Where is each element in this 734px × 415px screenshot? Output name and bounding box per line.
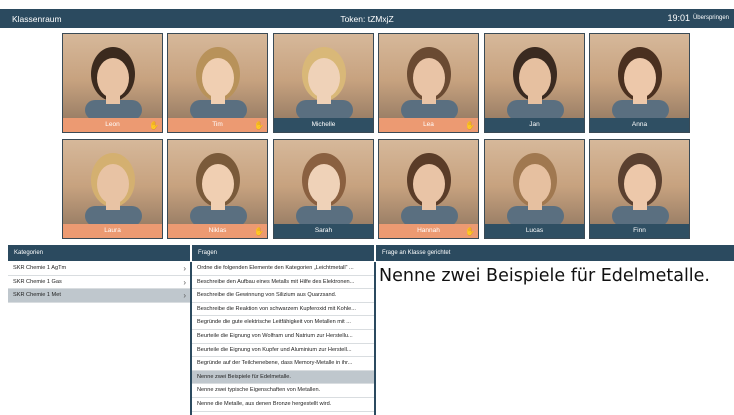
student-name: Lea [379, 118, 478, 132]
category-item[interactable]: SKR Chemie 1 AgTm › [8, 262, 190, 276]
question-item[interactable]: Nenne zwei typische Eigenschaften von Me… [192, 384, 374, 398]
student-photo [168, 140, 267, 224]
category-label: SKR Chemie 1 Met [13, 292, 61, 299]
categories-header: Kategorien [8, 245, 190, 261]
student-card[interactable]: Finn [589, 139, 690, 239]
question-item[interactable]: Beschreibe die Gewinnung von Silizium au… [192, 289, 374, 303]
question-item[interactable]: Beschreibe die Reaktion von schwarzem Ku… [192, 303, 374, 317]
current-question: Nenne zwei Beispiele für Edelmetalle. [379, 266, 710, 286]
student-name: Finn [590, 224, 689, 238]
student-name: Hannah [379, 224, 478, 238]
student-photo [168, 34, 267, 118]
student-name: Niklas [168, 224, 267, 238]
student-card[interactable]: Michelle [273, 33, 374, 133]
raised-hand-icon: ✋ [149, 121, 159, 130]
student-card[interactable]: Tim ✋ [167, 33, 268, 133]
chevron-right-icon: › [183, 291, 186, 301]
category-list: SKR Chemie 1 AgTm › SKR Chemie 1 Gas › SKR C… [8, 262, 190, 303]
student-name: Lucas [485, 224, 584, 238]
chevron-right-icon: › [183, 277, 186, 287]
question-list: Ordne die folgenden Elemente den Kategor… [192, 262, 374, 412]
student-photo [274, 140, 373, 224]
raised-hand-icon: ✋ [465, 121, 475, 130]
question-item[interactable]: Nenne die Metalle, aus denen Bronze herg… [192, 398, 374, 412]
student-card[interactable]: Sarah [273, 139, 374, 239]
clock: 19:01 [667, 13, 690, 23]
student-card[interactable]: Jan [484, 33, 585, 133]
student-card[interactable]: Lea ✋ [378, 33, 479, 133]
question-item[interactable]: Beurteile die Eignung von Kupfer und Alu… [192, 344, 374, 358]
student-photo [379, 140, 478, 224]
student-photo [590, 34, 689, 118]
student-card[interactable]: Hannah ✋ [378, 139, 479, 239]
question-item[interactable]: Beurteile die Eignung von Wolfram und Na… [192, 330, 374, 344]
student-name: Sarah [274, 224, 373, 238]
student-name: Laura [63, 224, 162, 238]
question-item[interactable]: Beschreibe den Aufbau eines Metalls mit … [192, 276, 374, 290]
student-card[interactable]: Anna [589, 33, 690, 133]
student-name: Michelle [274, 118, 373, 132]
raised-hand-icon: ✋ [254, 227, 264, 236]
chevron-right-icon: › [183, 264, 186, 273]
student-name: Anna [590, 118, 689, 132]
student-name: Tim [168, 118, 267, 132]
student-photo [485, 34, 584, 118]
student-name: Jan [485, 118, 584, 132]
student-card[interactable]: Laura [62, 139, 163, 239]
student-card[interactable]: Leon ✋ [62, 33, 163, 133]
top-bar: Klassenraum Token: tZMxjZ 19:01 Überspri… [0, 9, 734, 28]
student-grid: Leon ✋ Tim ✋ Michelle Lea ✋ Jan Anna Laura Niklas ✋… [0, 28, 734, 240]
student-card[interactable]: Niklas ✋ [167, 139, 268, 239]
class-token: Token: tZMxjZ [340, 14, 394, 24]
questions-header: Fragen [192, 245, 374, 261]
skip-button[interactable]: Überspringen [693, 15, 729, 21]
student-photo [274, 34, 373, 118]
category-label: SKR Chemie 1 Gas [13, 278, 62, 285]
student-name: Leon [63, 118, 162, 132]
question-item[interactable]: Nenne zwei Beispiele für Edelmetalle. [192, 370, 374, 385]
student-photo [63, 140, 162, 224]
student-photo [379, 34, 478, 118]
raised-hand-icon: ✋ [465, 227, 475, 236]
raised-hand-icon: ✋ [254, 121, 264, 130]
question-item[interactable]: Begründe auf der Teilchenebene, dass Mem… [192, 357, 374, 371]
student-photo [485, 140, 584, 224]
category-item[interactable]: SKR Chemie 1 Gas › [8, 276, 190, 290]
question-item[interactable]: Begründe die gute elektrische Leitfähigk… [192, 316, 374, 330]
category-item[interactable]: SKR Chemie 1 Met › [8, 289, 190, 303]
frage-header: Frage an Klasse gerichtet [376, 245, 734, 261]
student-photo [590, 140, 689, 224]
student-photo [63, 34, 162, 118]
question-item[interactable]: Ordne die folgenden Elemente den Kategor… [192, 262, 374, 276]
category-label: SKR Chemie 1 AgTm [13, 265, 67, 271]
student-card[interactable]: Lucas [484, 139, 585, 239]
column-divider [374, 262, 376, 415]
